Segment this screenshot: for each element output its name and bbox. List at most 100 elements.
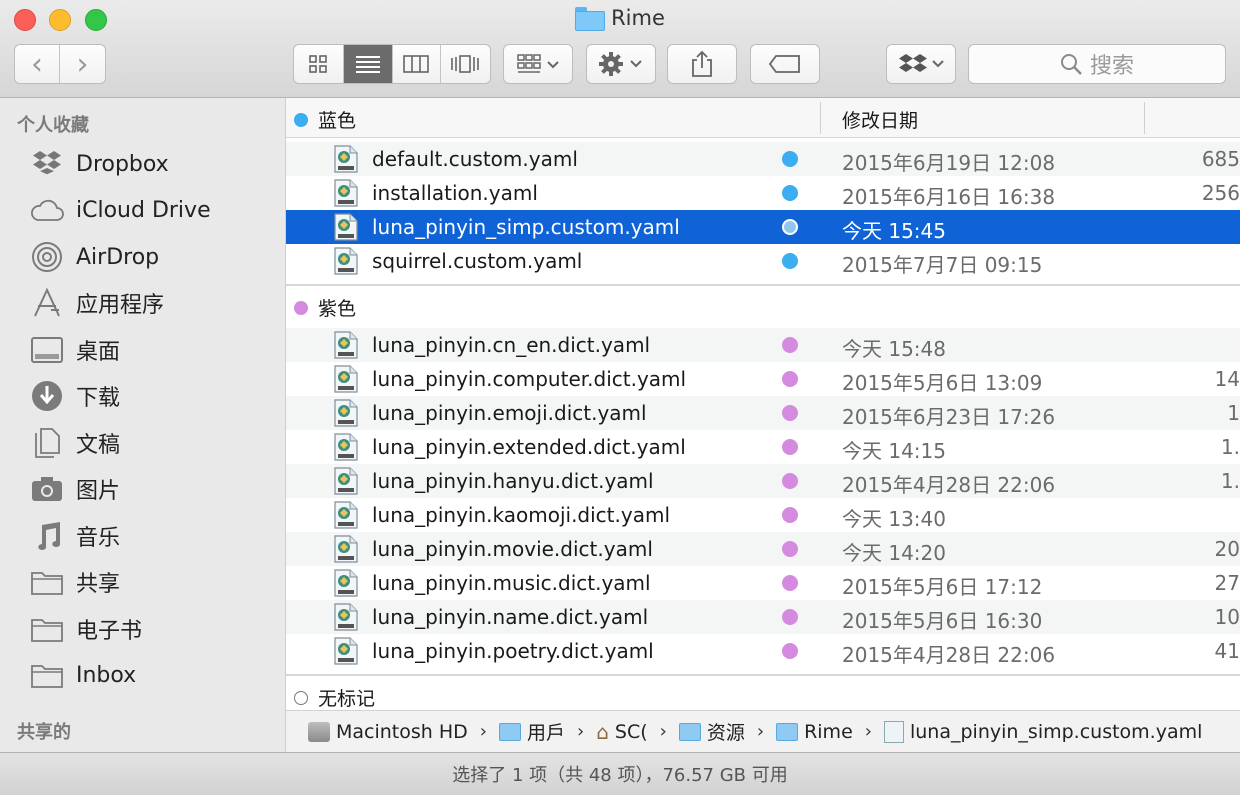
empty-tag-dot <box>294 690 308 705</box>
yaml-file-icon <box>333 501 359 529</box>
yaml-file-icon <box>333 145 359 173</box>
path-crumb-file[interactable]: luna_pinyin_simp.custom.yaml <box>883 720 1203 743</box>
file-row[interactable]: luna_pinyin.extended.dict.yaml 今天 14:15 1. <box>286 430 1240 464</box>
path-crumb-library[interactable]: 资源 <box>678 718 745 745</box>
sidebar-item-desktop[interactable]: 桌面 <box>30 330 120 370</box>
tag-dot <box>782 507 798 523</box>
applications-icon <box>30 287 64 319</box>
sidebar-item-shared[interactable]: 共享 <box>30 562 120 602</box>
tags-button[interactable] <box>750 44 820 84</box>
window-title-text: Rime <box>611 6 665 30</box>
file-row[interactable]: luna_pinyin.computer.dict.yaml 2015年5月6日 … <box>286 362 1240 396</box>
file-name: installation.yaml <box>372 181 538 205</box>
file-date: 2015年5月6日 13:09 <box>842 371 1043 395</box>
tag-dot <box>782 185 798 201</box>
path-crumb-rime[interactable]: Rime <box>776 721 853 743</box>
column-view-button[interactable] <box>393 45 441 83</box>
arrange-button[interactable] <box>503 44 573 84</box>
download-icon <box>30 380 64 412</box>
group-label: 无标记 <box>318 688 376 710</box>
path-crumb-home[interactable]: ⌂ SC( <box>596 720 647 744</box>
action-button[interactable] <box>586 44 656 84</box>
file-row[interactable]: squirrel.custom.yaml 2015年7月7日 09:15 <box>286 244 1240 278</box>
file-date: 今天 13:40 <box>842 507 946 531</box>
file-name: luna_pinyin.name.dict.yaml <box>372 605 649 629</box>
sidebar-item-icloud-drive[interactable]: iCloud Drive <box>30 190 211 230</box>
sidebar-item-downloads[interactable]: 下载 <box>30 376 120 416</box>
coverflow-view-button[interactable] <box>441 45 490 83</box>
sidebar-item-ebooks[interactable]: 电子书 <box>30 609 142 649</box>
chevron-right-icon: › <box>479 721 487 742</box>
sidebar-item-label: Dropbox <box>76 151 169 177</box>
sidebar-item-pictures[interactable]: 图片 <box>30 469 120 509</box>
file-date: 2015年6月16日 16:38 <box>842 185 1056 209</box>
list-icon <box>355 56 380 73</box>
folder-icon <box>776 722 799 741</box>
file-name: luna_pinyin.cn_en.dict.yaml <box>372 333 651 357</box>
file-row[interactable]: default.custom.yaml 2015年6月19日 12:08 685 <box>286 142 1240 176</box>
file-date: 今天 15:48 <box>842 337 946 361</box>
file-date: 2015年6月23日 17:26 <box>842 405 1056 429</box>
file-row[interactable]: luna_pinyin.kaomoji.dict.yaml 今天 13:40 <box>286 498 1240 532</box>
file-row[interactable]: luna_pinyin.emoji.dict.yaml 2015年6月23日 17… <box>286 396 1240 430</box>
file-row[interactable]: luna_pinyin.music.dict.yaml 2015年5月6日 17:… <box>286 566 1240 600</box>
toolbar: Rime ‹ › 搜索 <box>0 0 1240 98</box>
group-header[interactable]: 紫色 <box>294 294 356 321</box>
path-crumb-users[interactable]: 用戶 <box>498 718 565 745</box>
airdrop-icon <box>30 241 64 273</box>
icon-view-button[interactable] <box>294 45 344 83</box>
file-date: 2015年6月19日 12:08 <box>842 151 1056 175</box>
column-divider[interactable] <box>1144 102 1145 134</box>
path-crumb-macintosh-hd[interactable]: Macintosh HD <box>308 721 468 743</box>
file-row[interactable]: luna_pinyin.movie.dict.yaml 今天 14:20 20 <box>286 532 1240 566</box>
file-row[interactable]: luna_pinyin_simp.custom.yaml 今天 15:45 <box>286 210 1240 244</box>
file-date: 2015年5月6日 16:30 <box>842 609 1043 633</box>
search-field[interactable]: 搜索 <box>968 44 1226 84</box>
folder-icon <box>30 566 64 598</box>
crumb-label: SC( <box>614 720 648 743</box>
documents-icon <box>30 427 64 459</box>
share-button[interactable] <box>667 44 737 84</box>
file-name: squirrel.custom.yaml <box>372 249 583 273</box>
forward-button[interactable]: › <box>60 45 105 83</box>
sidebar-item-airdrop[interactable]: AirDrop <box>30 237 159 277</box>
name-column-label: 蓝色 <box>318 110 357 132</box>
list-view-button[interactable] <box>343 45 393 83</box>
column-divider[interactable] <box>820 102 821 134</box>
tag-dot <box>782 151 798 167</box>
back-button[interactable]: ‹ <box>15 45 61 83</box>
dropbox-icon <box>30 148 64 180</box>
cloud-icon <box>30 194 64 226</box>
crumb-label: Rime <box>804 720 853 743</box>
tag-dot <box>782 405 798 421</box>
crumb-label: 用戶 <box>526 722 565 744</box>
search-placeholder: 搜索 <box>1089 54 1134 79</box>
crumb-label: luna_pinyin_simp.custom.yaml <box>909 720 1203 743</box>
favorites-header: 个人收藏 <box>17 115 89 136</box>
file-date: 2015年5月6日 17:12 <box>842 575 1043 599</box>
group-header-untagged[interactable]: 无标记 <box>294 684 375 710</box>
sidebar-item-music[interactable]: 音乐 <box>30 516 120 556</box>
coverflow-icon <box>451 55 480 73</box>
sidebar-item-documents[interactable]: 文稿 <box>30 423 120 463</box>
sidebar-item-label: iCloud Drive <box>76 197 211 223</box>
file-size: 685 <box>1201 147 1240 171</box>
chevron-right-icon: › <box>577 721 585 742</box>
file-row[interactable]: luna_pinyin.name.dict.yaml 2015年5月6日 16:3… <box>286 600 1240 634</box>
file-row[interactable]: luna_pinyin.hanyu.dict.yaml 2015年4月28日 22… <box>286 464 1240 498</box>
file-date: 2015年4月28日 22:06 <box>842 643 1056 667</box>
file-row[interactable]: luna_pinyin.cn_en.dict.yaml 今天 15:48 <box>286 328 1240 362</box>
file-row[interactable]: installation.yaml 2015年6月16日 16:38 256 <box>286 176 1240 210</box>
dropbox-menu-button[interactable] <box>886 44 956 84</box>
sidebar-item-dropbox[interactable]: Dropbox <box>30 144 169 184</box>
tag-dot <box>782 575 798 591</box>
chevron-right-icon: › <box>756 721 765 742</box>
sidebar-item-inbox[interactable]: Inbox <box>30 655 136 695</box>
yaml-file-icon <box>883 720 904 743</box>
music-icon <box>30 520 64 552</box>
name-column-header[interactable]: 蓝色 <box>294 106 356 133</box>
file-row[interactable]: luna_pinyin.poetry.dict.yaml 2015年4月28日 2… <box>286 634 1240 668</box>
sidebar-item-applications[interactable]: 应用程序 <box>30 283 164 323</box>
yaml-file-icon <box>333 365 359 393</box>
date-column-header[interactable]: 修改日期 <box>842 106 918 133</box>
